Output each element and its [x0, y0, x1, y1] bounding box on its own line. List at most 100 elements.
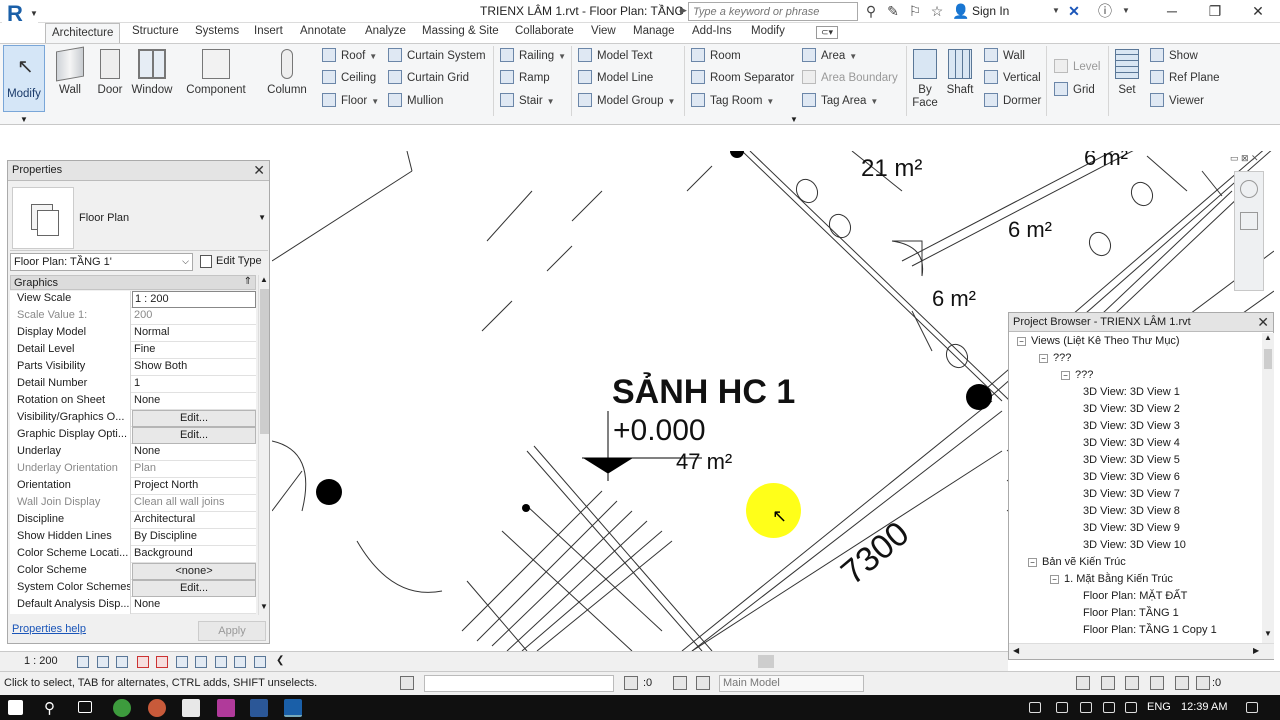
- subscription-icon[interactable]: ✎: [885, 3, 901, 19]
- help-icon[interactable]: ⓘ: [1097, 3, 1113, 19]
- viewer-button[interactable]: Viewer: [1150, 92, 1204, 110]
- property-value[interactable]: None: [132, 597, 256, 614]
- apply-button[interactable]: Apply: [198, 621, 266, 641]
- tag-area-button[interactable]: Tag Area ▼: [802, 92, 878, 110]
- tree-node[interactable]: −???: [1061, 369, 1093, 381]
- minimize-button[interactable]: ─: [1157, 1, 1187, 21]
- property-row[interactable]: Color Scheme Locati... Background: [10, 546, 256, 563]
- revit-taskbar-icon[interactable]: [284, 699, 302, 717]
- model-line-button[interactable]: Model Line: [578, 69, 653, 87]
- property-value[interactable]: 1 : 200: [132, 291, 256, 308]
- property-value[interactable]: Clean all wall joins: [132, 495, 256, 512]
- notifications-icon[interactable]: [1246, 702, 1258, 713]
- modify-button[interactable]: ↖ Modify: [3, 45, 45, 112]
- volume-icon[interactable]: [1125, 702, 1137, 713]
- design-option-select[interactable]: Main Model: [719, 675, 864, 692]
- curtain-grid-button[interactable]: Curtain Grid: [388, 69, 469, 87]
- property-value[interactable]: By Discipline: [132, 529, 256, 546]
- word-icon[interactable]: [250, 699, 268, 717]
- chevron-down-icon[interactable]: ▼: [1048, 3, 1064, 19]
- crop-view-icon[interactable]: [156, 656, 168, 668]
- sign-in-link[interactable]: Sign In: [972, 4, 1009, 18]
- ramp-button[interactable]: Ramp: [500, 69, 550, 87]
- tag-room-button[interactable]: Tag Room ▼: [691, 92, 774, 110]
- canvas-scroll-thumb[interactable]: [758, 655, 774, 668]
- mullion-button[interactable]: Mullion: [388, 92, 443, 110]
- grid-button[interactable]: Grid: [1054, 81, 1095, 99]
- exchange-apps-icon[interactable]: ✕: [1066, 3, 1082, 19]
- clock[interactable]: 12:39 AM: [1181, 701, 1227, 713]
- property-row[interactable]: Display Model Normal: [10, 325, 256, 342]
- select-links-icon[interactable]: [1076, 676, 1090, 690]
- close-icon[interactable]: ✕: [253, 162, 265, 179]
- property-value[interactable]: None: [132, 393, 256, 410]
- app-icon[interactable]: [148, 699, 166, 717]
- property-row[interactable]: Rotation on Sheet None: [10, 393, 256, 410]
- tab-annotate[interactable]: Annotate: [300, 25, 346, 37]
- select-by-face-icon[interactable]: [1150, 676, 1164, 690]
- tab-architecture[interactable]: Architecture: [45, 23, 121, 43]
- properties-scrollbar[interactable]: ▲ ▼: [258, 275, 269, 615]
- show-crop-icon[interactable]: [176, 656, 188, 668]
- property-row[interactable]: Graphic Display Opti... Edit...: [10, 427, 256, 444]
- property-value[interactable]: 200: [132, 308, 256, 325]
- tree-node[interactable]: 3D View: 3D View 10: [1083, 539, 1186, 551]
- browser-app-icon[interactable]: [113, 699, 131, 717]
- editable-only-icon[interactable]: [673, 676, 687, 690]
- property-row[interactable]: Show Hidden Lines By Discipline: [10, 529, 256, 546]
- view-scale[interactable]: 1 : 200: [24, 655, 58, 667]
- tree-node[interactable]: 3D View: 3D View 4: [1083, 437, 1180, 449]
- chevron-down-icon[interactable]: ▼: [258, 213, 266, 222]
- window-button[interactable]: Window: [130, 47, 174, 96]
- set-workplane-button[interactable]: Set: [1113, 47, 1141, 96]
- temporary-hide-icon[interactable]: [195, 656, 207, 668]
- active-workset-field[interactable]: [424, 675, 614, 692]
- room-separator-button[interactable]: Room Separator: [691, 69, 794, 87]
- floor-button[interactable]: Floor ▼: [322, 92, 379, 110]
- favorites-star-icon[interactable]: ☆: [929, 3, 945, 19]
- property-value[interactable]: Normal: [132, 325, 256, 342]
- property-row[interactable]: Detail Number 1: [10, 376, 256, 393]
- ceiling-button[interactable]: Ceiling: [322, 69, 376, 87]
- property-edit-button[interactable]: Edit...: [132, 410, 256, 427]
- curtain-system-button[interactable]: Curtain System: [388, 47, 486, 65]
- restore-button[interactable]: ❐: [1200, 1, 1230, 21]
- browser-horizontal-scrollbar[interactable]: ◀ ▶: [1009, 643, 1274, 659]
- app-icon[interactable]: [217, 699, 235, 717]
- property-row[interactable]: Parts Visibility Show Both: [10, 359, 256, 376]
- tree-toggle-icon[interactable]: −: [1017, 337, 1026, 346]
- tab-view[interactable]: View: [591, 25, 616, 37]
- area-button[interactable]: Area ▼: [802, 47, 857, 65]
- chevron-down-icon[interactable]: ▼: [1118, 3, 1134, 19]
- tree-toggle-icon[interactable]: −: [1028, 558, 1037, 567]
- column-button[interactable]: Column: [265, 47, 309, 96]
- tab-insert[interactable]: Insert: [254, 25, 283, 37]
- browser-vertical-scrollbar[interactable]: ▲ ▼: [1262, 333, 1274, 643]
- input-language[interactable]: ENG: [1147, 701, 1171, 713]
- property-row[interactable]: Default Analysis Disp... None: [10, 597, 256, 614]
- roof-button[interactable]: Roof ▼: [322, 47, 377, 65]
- tree-node[interactable]: −???: [1039, 352, 1071, 364]
- tab-analyze[interactable]: Analyze: [365, 25, 406, 37]
- highlight-displacement-icon[interactable]: [254, 656, 266, 668]
- level-button[interactable]: Level: [1054, 58, 1101, 76]
- search-icon[interactable]: ⚲: [44, 699, 62, 717]
- tree-node[interactable]: − Views (Liệt Kê Theo Thư Mục): [1017, 335, 1180, 347]
- tab-structure[interactable]: Structure: [132, 25, 179, 37]
- tree-node[interactable]: 3D View: 3D View 5: [1083, 454, 1180, 466]
- property-row[interactable]: Detail Level Fine: [10, 342, 256, 359]
- reveal-hidden-icon[interactable]: [215, 656, 227, 668]
- shaft-button[interactable]: Shaft: [945, 47, 975, 96]
- shadows-icon[interactable]: [137, 656, 149, 668]
- door-button[interactable]: Door: [95, 47, 125, 96]
- level-elevation-label[interactable]: +0.000: [613, 414, 706, 448]
- communication-icon[interactable]: ⚐: [907, 3, 923, 19]
- ref-plane-button[interactable]: Ref Plane: [1150, 69, 1220, 87]
- property-row[interactable]: Underlay Orientation Plan: [10, 461, 256, 478]
- room-name-tag[interactable]: SẢNH HC 1: [612, 373, 795, 412]
- tab-massing-site[interactable]: Massing & Site: [422, 25, 499, 37]
- property-row[interactable]: View Scale 1 : 200: [10, 291, 256, 308]
- tree-toggle-icon[interactable]: −: [1061, 371, 1070, 380]
- property-row[interactable]: Underlay None: [10, 444, 256, 461]
- property-row[interactable]: Color Scheme <none>: [10, 563, 256, 580]
